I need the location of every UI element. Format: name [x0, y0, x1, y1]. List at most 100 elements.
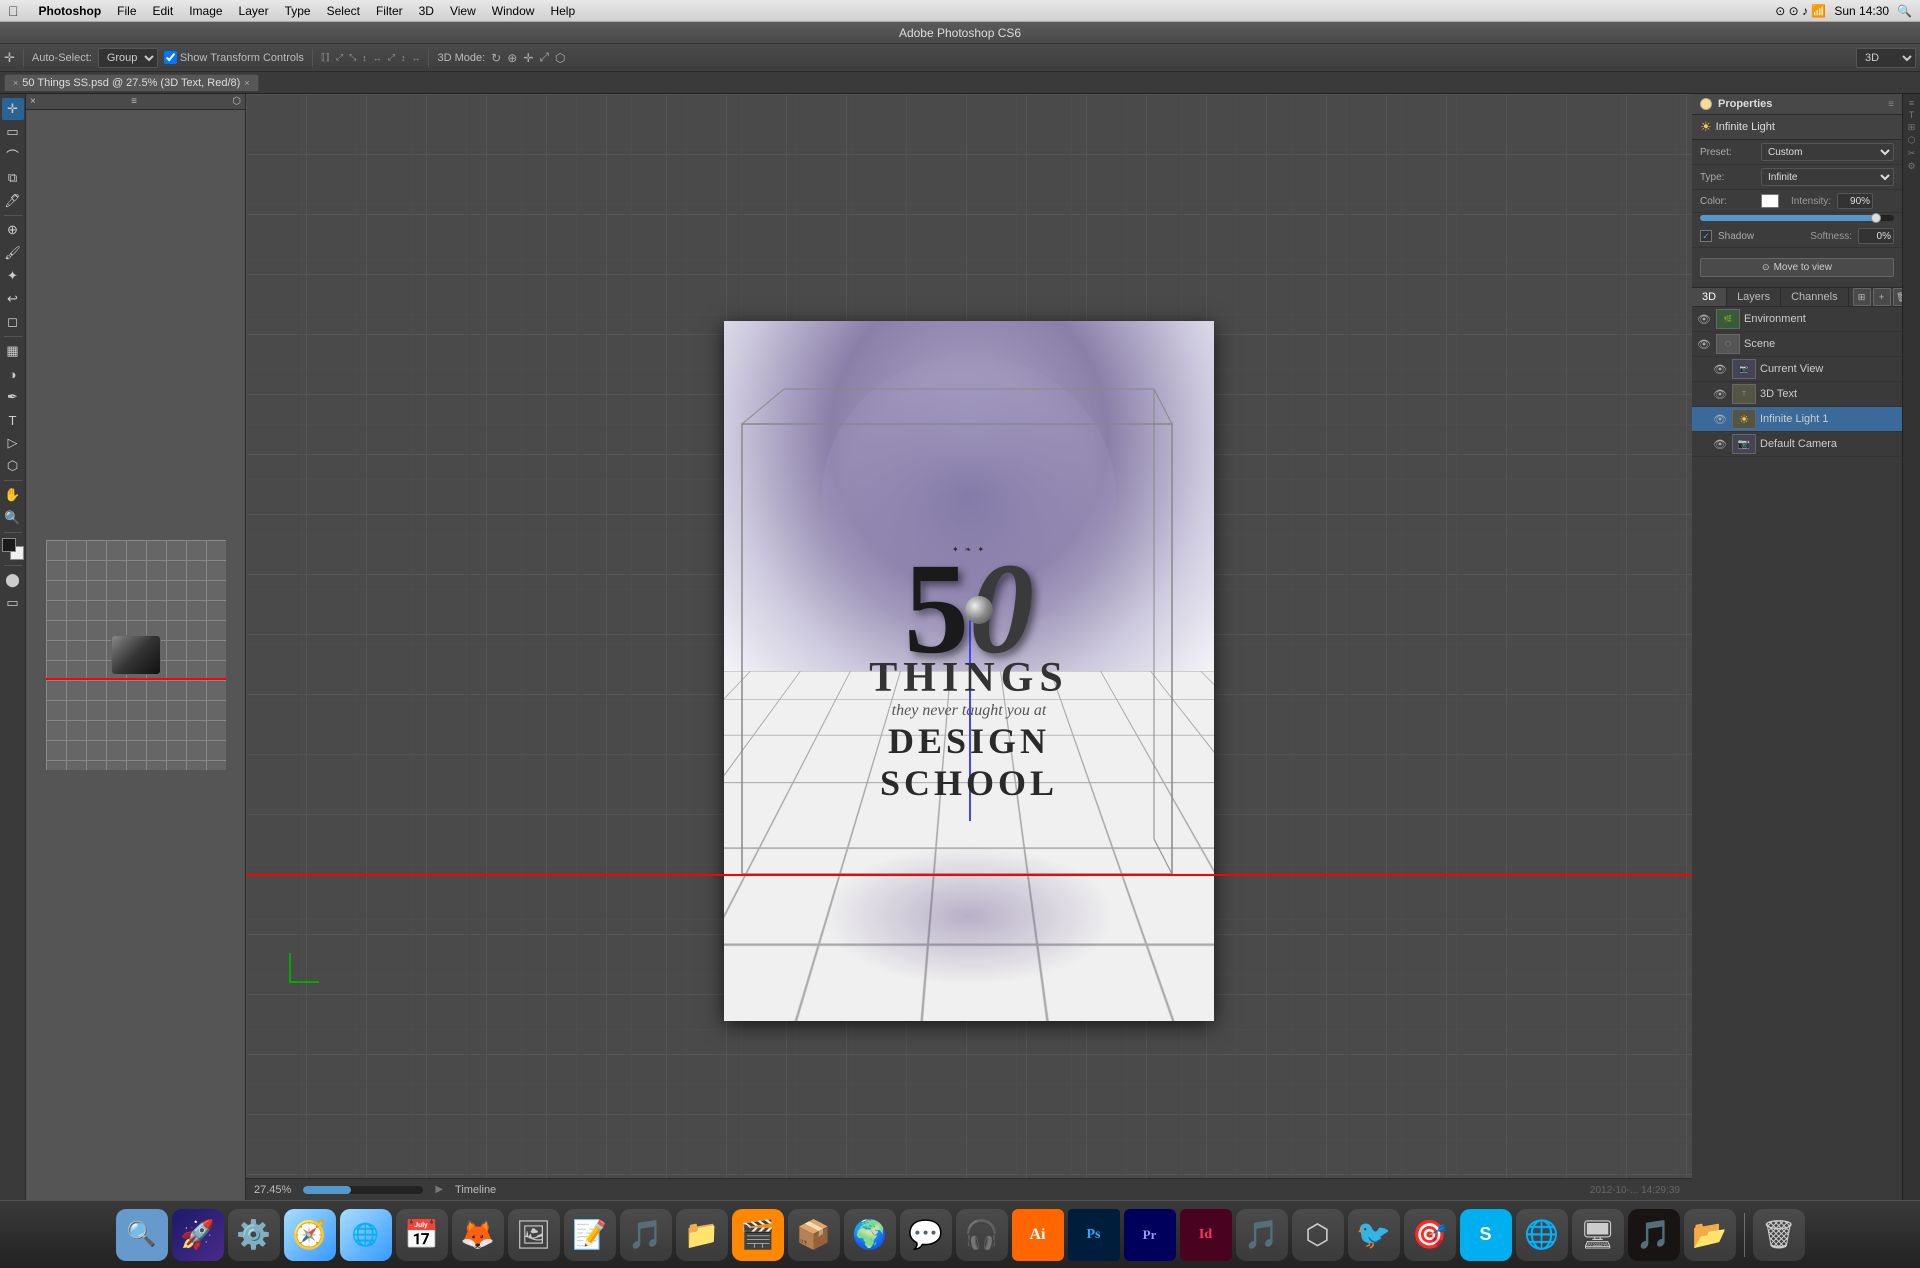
search-icon[interactable]: 🔍	[1897, 4, 1912, 18]
transform-icon-8[interactable]: ↔	[411, 53, 420, 63]
tab-layers[interactable]: Layers	[1727, 288, 1781, 306]
menu-layer[interactable]: Layer	[239, 4, 269, 18]
tab-channels[interactable]: Channels	[1781, 288, 1848, 306]
heal-tool[interactable]: ⊕	[2, 219, 24, 241]
intensity-slider-track[interactable]	[1700, 215, 1894, 221]
visibility-eye-infinitelight1[interactable]: 👁	[1712, 411, 1728, 427]
collapsed-icon-3[interactable]: ⊞	[1905, 122, 1919, 133]
dock-sysprefs[interactable]: ⚙️	[228, 1209, 280, 1261]
move-to-view-button[interactable]: ⊙ Move to view	[1700, 258, 1894, 277]
dock-skype[interactable]: S	[1460, 1209, 1512, 1261]
layer-row-infinitelight1[interactable]: 👁 ☀ Infinite Light 1	[1692, 407, 1902, 432]
new-group-icon[interactable]: ⊞	[1853, 288, 1871, 306]
thumb-close[interactable]: ×	[30, 96, 36, 107]
transform-icon-7[interactable]: ↕	[401, 53, 406, 63]
menu-help[interactable]: Help	[550, 4, 575, 18]
dock-trash[interactable]: 🗑	[1753, 1209, 1805, 1261]
dock-chat[interactable]: 💬	[900, 1209, 952, 1261]
menu-file[interactable]: File	[117, 4, 136, 18]
move-tool[interactable]: ✛	[2, 98, 24, 120]
visibility-eye-environment[interactable]: 👁	[1696, 311, 1712, 327]
dock-compass[interactable]: 🧭	[284, 1209, 336, 1261]
layer-row-environment[interactable]: 👁 🌿 Environment	[1692, 307, 1902, 332]
3d-rotate-icon[interactable]: ↻	[491, 51, 501, 65]
dock-app1[interactable]: 📦	[788, 1209, 840, 1261]
dock-spotify[interactable]: 🎵	[1628, 1209, 1680, 1261]
transform-icon-5[interactable]: ↔	[373, 53, 382, 63]
visibility-eye-3dtext[interactable]: 👁	[1712, 386, 1728, 402]
visibility-eye-scene[interactable]: 👁	[1696, 336, 1712, 352]
dock-id[interactable]: Id	[1180, 1209, 1232, 1261]
type-tool[interactable]: T	[2, 409, 24, 431]
dock-app3[interactable]: 🎵	[1236, 1209, 1288, 1261]
shape-tool[interactable]: ⬡	[2, 455, 24, 477]
lasso-tool[interactable]: ⌒	[2, 144, 24, 166]
3d-scale-icon[interactable]: ⬡	[555, 51, 565, 65]
crop-tool[interactable]: ⧉	[2, 167, 24, 189]
dock-calendar[interactable]: 📅	[396, 1209, 448, 1261]
type-dropdown[interactable]: Infinite Spot Point	[1761, 168, 1894, 186]
layer-row-defaultcamera[interactable]: 👁 📷 Default Camera	[1692, 432, 1902, 457]
visibility-eye-currentview[interactable]: 👁	[1712, 361, 1728, 377]
preset-dropdown[interactable]: Custom Default	[1761, 143, 1894, 161]
transform-icon-4[interactable]: ↕	[362, 53, 367, 63]
dock-finder3[interactable]: 🖥	[1572, 1209, 1624, 1261]
brush-tool[interactable]: 🖌	[2, 242, 24, 264]
dock-app5[interactable]: 🎯	[1404, 1209, 1456, 1261]
hand-tool[interactable]: ✋	[2, 484, 24, 506]
menu-select[interactable]: Select	[327, 4, 360, 18]
dock-internet[interactable]: 🌍	[844, 1209, 896, 1261]
dock-pr[interactable]: Pr	[1124, 1209, 1176, 1261]
3d-pan-icon[interactable]: ✛	[523, 51, 533, 65]
dock-finder2[interactable]: 📁	[676, 1209, 728, 1261]
screen-mode[interactable]: ▭	[2, 592, 24, 614]
intensity-input[interactable]	[1837, 193, 1873, 209]
layer-row-3dtext[interactable]: 👁 T 3D Text	[1692, 382, 1902, 407]
shadow-checkbox[interactable]: ✓	[1700, 230, 1712, 242]
canvas-wrapper[interactable]: ✦ ❧ ✦ 50 THINGS they never taught you at…	[246, 94, 1692, 1178]
thumb-expand[interactable]: ⬡	[232, 96, 241, 107]
status-arrow[interactable]: ▶	[435, 1184, 443, 1195]
zoom-tool[interactable]: 🔍	[2, 507, 24, 529]
3d-roll-icon[interactable]: ⊕	[507, 51, 517, 65]
dock-vlc[interactable]: 🎬	[732, 1209, 784, 1261]
dodge-tool[interactable]: ◑	[2, 363, 24, 385]
dock-photos[interactable]: 🖼	[508, 1209, 560, 1261]
menu-view[interactable]: View	[450, 4, 476, 18]
mask-mode[interactable]: ⬤	[2, 569, 24, 591]
eyedropper-tool[interactable]: 🖊	[2, 190, 24, 212]
menu-3d[interactable]: 3D	[419, 4, 434, 18]
dock-launchpad[interactable]: 🚀	[172, 1209, 224, 1261]
thumb-options[interactable]: ≡	[131, 96, 137, 107]
doc-tab-active[interactable]: × 50 Things SS.psd @ 27.5% (3D Text, Red…	[4, 74, 259, 91]
collapsed-icon-2[interactable]: T	[1905, 110, 1919, 120]
selection-tool[interactable]: ▭	[2, 121, 24, 143]
collapsed-icon-4[interactable]: ⬡	[1905, 135, 1919, 146]
dock-app4[interactable]: ⬡	[1292, 1209, 1344, 1261]
transform-icon-2[interactable]: ⤢	[336, 52, 343, 63]
apple-logo-icon[interactable]: 	[8, 3, 19, 19]
delete-layer-icon[interactable]: 🗑	[1893, 288, 1902, 306]
visibility-eye-defaultcamera[interactable]: 👁	[1712, 436, 1728, 452]
menu-image[interactable]: Image	[189, 4, 222, 18]
pen-tool[interactable]: ✒	[2, 386, 24, 408]
properties-collapse[interactable]: ≡	[1888, 99, 1894, 110]
path-tool[interactable]: ▷	[2, 432, 24, 454]
clone-tool[interactable]: ✦	[2, 265, 24, 287]
auto-select-dropdown[interactable]: Group Layer	[98, 48, 158, 68]
new-layer-icon[interactable]: +	[1873, 288, 1891, 306]
transform-icon-1[interactable]: ⟦⟧	[321, 52, 330, 63]
doc-tab-close[interactable]: ×	[13, 78, 18, 88]
dock-notes[interactable]: 📝	[564, 1209, 616, 1261]
dock-finder4[interactable]: 📂	[1684, 1209, 1736, 1261]
history-tool[interactable]: ↩	[2, 288, 24, 310]
menu-filter[interactable]: Filter	[376, 4, 403, 18]
tab-3d[interactable]: 3D	[1692, 288, 1727, 306]
dock-chrome[interactable]: 🌐	[1516, 1209, 1568, 1261]
layer-row-currentview[interactable]: 👁 📷 Current View	[1692, 357, 1902, 382]
3d-view-dropdown[interactable]: 3D	[1856, 48, 1916, 68]
show-transform-checkbox[interactable]	[164, 51, 177, 64]
menu-window[interactable]: Window	[492, 4, 535, 18]
dock-bird[interactable]: 🐦	[1348, 1209, 1400, 1261]
tools-icon[interactable]: ⚙	[1905, 161, 1919, 172]
